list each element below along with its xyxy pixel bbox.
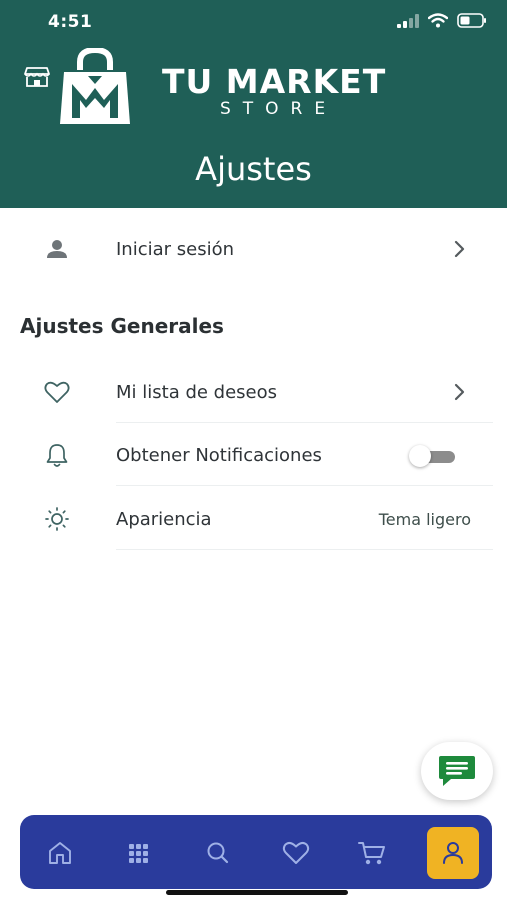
status-icons [397, 13, 487, 28]
heart-icon [282, 841, 310, 864]
chevron-right-icon [454, 383, 465, 401]
login-row[interactable]: Iniciar sesión [0, 218, 507, 280]
battery-icon [457, 13, 486, 28]
row-divider [116, 422, 493, 423]
shopping-bag-logo-icon [60, 48, 130, 124]
search-icon [207, 842, 229, 864]
brand-name: TU MARKET [162, 62, 387, 101]
wifi-icon [428, 13, 448, 28]
person-icon [42, 234, 72, 264]
notifications-label: Obtener Notificaciones [116, 444, 322, 466]
page-title: Ajustes [195, 150, 312, 188]
appearance-label: Apariencia [116, 508, 212, 530]
nav-categories[interactable] [116, 831, 160, 875]
bell-icon [42, 440, 72, 470]
nav-profile[interactable] [427, 827, 479, 879]
section-title: Ajustes Generales [20, 314, 224, 338]
user-icon [443, 842, 463, 864]
status-time: 4:51 [48, 12, 93, 32]
appearance-value: Tema ligero [378, 509, 471, 529]
brand-subtitle: STORE [220, 99, 338, 119]
nav-cart[interactable] [350, 831, 394, 875]
grid-icon [129, 844, 148, 863]
wishlist-label: Mi lista de deseos [116, 381, 278, 403]
home-indicator [166, 890, 348, 895]
heart-outline-icon [42, 377, 72, 407]
cart-icon [358, 842, 385, 865]
chat-button[interactable] [421, 742, 493, 800]
row-divider [116, 549, 493, 550]
store-icon[interactable] [24, 66, 50, 88]
chevron-right-icon [454, 240, 465, 258]
sun-icon [42, 504, 72, 534]
nav-home[interactable] [38, 831, 82, 875]
brand-logo: TU MARKET STORE [58, 48, 438, 128]
app-header: 4:51 TU MARKET STORE Ajustes [0, 0, 507, 208]
home-icon [49, 842, 71, 864]
chat-icon [439, 756, 475, 786]
nav-wishlist[interactable] [274, 831, 318, 875]
wishlist-row[interactable]: Mi lista de deseos [0, 361, 507, 423]
notifications-row: Obtener Notificaciones [0, 424, 507, 486]
nav-search[interactable] [196, 831, 240, 875]
login-label: Iniciar sesión [116, 238, 235, 260]
status-bar: 4:51 [0, 0, 507, 46]
notifications-toggle[interactable] [409, 444, 455, 467]
bottom-nav [20, 815, 492, 889]
signal-icon [397, 13, 419, 28]
appearance-row[interactable]: Apariencia Tema ligero [0, 488, 507, 550]
row-divider [116, 485, 493, 486]
toggle-knob [409, 445, 431, 467]
